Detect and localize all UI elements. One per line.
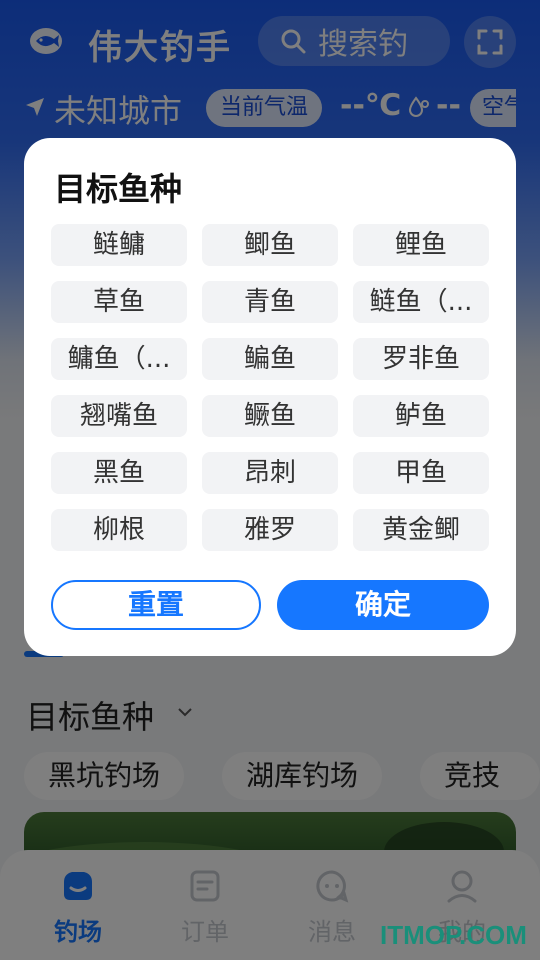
confirm-button[interactable]: 确定	[277, 580, 489, 630]
fish-species-dialog: 目标鱼种 鲢鳙 鲫鱼 鲤鱼 草鱼 青鱼 鲢鱼（... 鳙鱼（... 鳊鱼 罗非鱼…	[24, 138, 516, 656]
fish-chip[interactable]: 甲鱼	[353, 452, 489, 494]
fish-chip[interactable]: 鲢鱼（...	[353, 281, 489, 323]
fish-chip[interactable]: 昂刺	[202, 452, 338, 494]
fish-chip[interactable]: 柳根	[51, 509, 187, 551]
fish-chip[interactable]: 鳊鱼	[202, 338, 338, 380]
watermark: ITMOP.COM	[380, 920, 527, 950]
reset-button[interactable]: 重置	[51, 580, 261, 630]
fish-chip[interactable]: 鲤鱼	[353, 224, 489, 266]
fish-chip[interactable]: 雅罗	[202, 509, 338, 551]
fish-chip[interactable]: 草鱼	[51, 281, 187, 323]
fish-chip[interactable]: 黑鱼	[51, 452, 187, 494]
fish-chip[interactable]: 罗非鱼	[353, 338, 489, 380]
fish-chip[interactable]: 翘嘴鱼	[51, 395, 187, 437]
fish-chip[interactable]: 鲫鱼	[202, 224, 338, 266]
fish-chip[interactable]: 鳜鱼	[202, 395, 338, 437]
fish-chip[interactable]: 青鱼	[202, 281, 338, 323]
fish-chip[interactable]: 鲢鳙	[51, 224, 187, 266]
fish-chip[interactable]: 鳙鱼（...	[51, 338, 187, 380]
dialog-title: 目标鱼种	[54, 170, 183, 208]
fish-species-grid: 鲢鳙 鲫鱼 鲤鱼 草鱼 青鱼 鲢鱼（... 鳙鱼（... 鳊鱼 罗非鱼 翘嘴鱼 …	[51, 224, 489, 554]
fish-chip[interactable]: 黄金鲫	[353, 509, 489, 551]
fish-chip[interactable]: 鲈鱼	[353, 395, 489, 437]
